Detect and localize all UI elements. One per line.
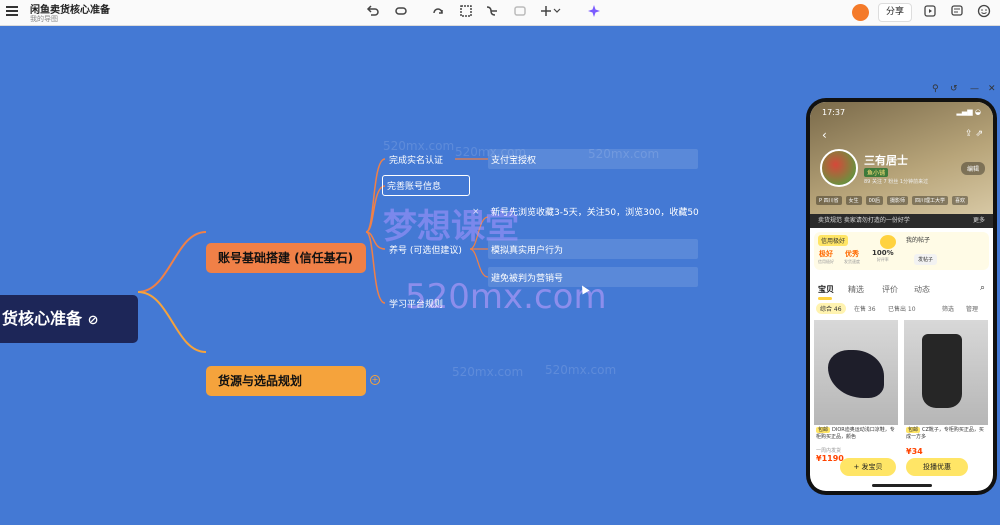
stat-rating: 100% 好评率 [872,249,894,262]
menu-icon[interactable] [6,6,18,16]
share-icon[interactable]: ⇪ ⇗ [965,129,983,139]
branch-label: 货源与选品规划 [218,374,303,388]
shop-avatar[interactable] [820,149,858,187]
watermark-text: 520mx.com [545,363,617,377]
rotate-icon[interactable] [430,4,446,20]
user-avatar[interactable] [852,4,869,21]
leaf-node[interactable]: 新号先浏览收藏3-5天，关注50，浏览300，收藏50 [491,207,701,219]
leaf-node[interactable]: 支付宝授权 [491,153,536,166]
branch-node-sourcing[interactable]: 货源与选品规划 [206,366,366,396]
status-icons: ▂▄▆ ◒ [956,108,981,116]
product-sold: 一周内发货 [816,448,842,454]
history-icon[interactable]: ↺ [950,84,958,94]
ai-icon[interactable] [586,4,602,20]
profile-chips: P 四川省 女生 00后 摄影师 四川理工大学 喜欢 [816,196,991,205]
leaf-node[interactable]: 学习平台规则 [389,297,443,310]
share-button[interactable]: 分享 [878,3,912,22]
status-time: 17:37 [822,108,846,117]
leaf-node[interactable]: 避免被判为营销号 [491,271,563,284]
profile-chip: 喜欢 [952,196,969,205]
profile-tabs: 宝贝 精选 评价 动态 ⌕ [810,282,993,300]
branch-icon[interactable] [484,4,500,20]
tab-reviews[interactable]: 评价 [882,284,898,295]
notice-more[interactable]: 更多 [973,214,985,228]
recent-label: 我的帖子 [906,237,931,244]
profile-chip: 女生 [845,196,862,205]
link-icon: ⊘ [87,313,99,328]
redo-icon[interactable] [393,4,409,20]
credit-title: 信用极好 [818,235,849,246]
phone-mirror: 17:37 ▂▄▆ ◒ ‹ ⇪ ⇗ 三有居士 鱼小铺 89 关注 7 粉丝 1分… [806,98,997,495]
root-label: 货核心准备 [2,309,83,328]
notice-bar[interactable]: 卖货规范 卖家请勿打造的一份好学 更多 [810,214,993,228]
leaf-node[interactable]: 模拟真实用户行为 [491,243,563,256]
home-indicator [872,484,932,487]
product-image [814,320,898,425]
credit-card: 信用极好 我的帖子 发帖子 极好 信用极好 优秀 发货速度 100% 好评率 [814,232,989,270]
coupon-button[interactable]: 投播优惠 [906,458,968,476]
frame-icon[interactable] [458,4,474,20]
tab-moments[interactable]: 动态 [914,284,930,295]
product-desc: 包邮 CZ靴子，专柜购买正品，买成一方多 [906,427,984,440]
manage-button[interactable]: 管理 [966,304,978,313]
item-filters: 综合 46 在售 36 已售出 10 筛选 管理 [810,302,993,316]
stat-credit: 极好 信用极好 [818,250,834,264]
emoji-icon[interactable] [976,4,992,20]
profile-chip: 摄影师 [887,196,909,205]
post-button[interactable]: 发帖子 [914,254,938,265]
root-node[interactable]: 货核心准备 ⊘ [0,295,138,343]
leaf-node[interactable]: 养号 (可选但建议) [389,243,462,256]
search-icon[interactable]: ⌕ [980,283,985,293]
profile-chip: 00后 [865,196,883,205]
filter-all[interactable]: 综合 46 [816,303,846,314]
branch-label: 账号基础搭建 (信任基石) [218,251,354,265]
top-toolbar: 闲鱼卖货核心准备 我的导图 分享 [0,0,1000,26]
note-icon[interactable] [512,4,528,20]
close-icon[interactable]: ✕ [988,84,996,94]
leaf-node-selected[interactable]: 完善账号信息 [382,175,470,196]
product-price: ¥34 [906,447,923,456]
tab-items[interactable]: 宝贝 [818,284,834,295]
close-icon[interactable]: × [472,207,480,217]
expand-icon[interactable]: + [370,375,380,385]
undo-icon[interactable] [365,4,381,20]
product-image [904,320,988,425]
shop-meta: 89 关注 7 粉丝 1分钟前来过 [864,179,929,185]
phone-window-controls: ⚲ ↺ — ✕ [920,84,1000,98]
stat-shipping: 优秀 发货速度 [844,250,860,264]
profile-chip: 四川理工大学 [912,196,949,205]
phone-screen: 17:37 ▂▄▆ ◒ ‹ ⇪ ⇗ 三有居士 鱼小铺 89 关注 7 粉丝 1分… [810,102,993,491]
pin-icon[interactable]: ⚲ [932,84,939,94]
leaf-node[interactable]: 完成实名认证 [389,153,443,166]
filter-button[interactable]: 筛选 [942,304,954,313]
mascot-icon [880,235,896,249]
publish-button[interactable]: + 发宝贝 [840,458,896,476]
tab-featured[interactable]: 精选 [848,284,864,295]
watermark-text: 520mx.com [452,365,524,379]
comment-icon[interactable] [949,4,965,20]
shop-name: 三有居士 [864,154,908,167]
watermark-text: 520mx.com [588,147,660,161]
present-icon[interactable] [922,4,938,20]
doc-subtitle: 我的导图 [30,15,58,23]
watermark-text: 520mx.com [383,139,455,153]
product-desc: 包邮 DIOR迪奥运动浅口凉鞋，专柜购买正品，颜色 [816,427,895,440]
notice-text: 卖货规范 卖家请勿打造的一份好学 [818,217,910,224]
insert-icon[interactable] [540,4,561,20]
profile-chip: P 四川省 [816,196,842,205]
filter-sold[interactable]: 已售出 10 [888,304,916,313]
shop-badge: 鱼小铺 [864,168,889,177]
edit-button[interactable]: 编辑 [960,162,985,175]
tab-indicator [818,297,832,300]
branch-node-account[interactable]: 账号基础搭建 (信任基石) [206,243,366,273]
filter-on-sale[interactable]: 在售 36 [854,304,876,313]
minimize-icon[interactable]: — [970,84,979,94]
back-icon[interactable]: ‹ [822,128,827,142]
